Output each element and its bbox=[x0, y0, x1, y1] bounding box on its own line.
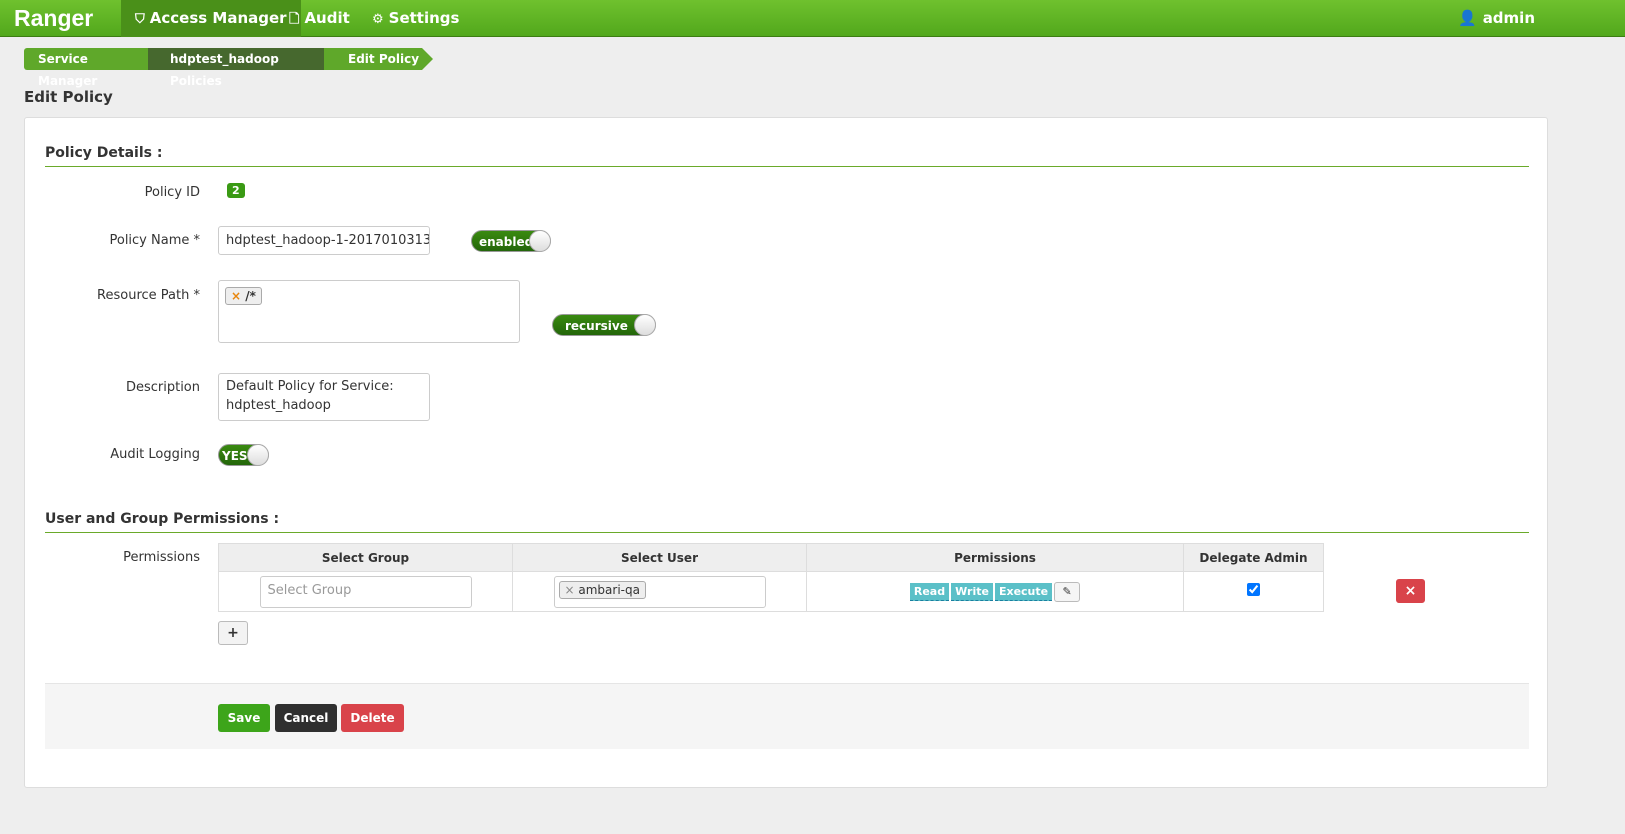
policy-form-panel: Policy Details : Policy ID 2 Policy Name… bbox=[24, 117, 1548, 788]
table-row: Select Group × ambari-qa Read Write Execut… bbox=[218, 571, 1324, 612]
nav-settings[interactable]: ⚙ Settings bbox=[358, 0, 473, 37]
gear-icon: ⚙ bbox=[372, 12, 384, 27]
policy-name-input[interactable]: hdptest_hadoop-1-20170103130006 bbox=[218, 226, 430, 255]
permissions-cell[interactable]: Read Write Execute ✎ bbox=[806, 571, 1184, 612]
nav-label: Settings bbox=[388, 9, 460, 27]
description-textarea[interactable]: Default Policy for Service: hdptest_hado… bbox=[218, 373, 430, 421]
nav-label: Access Manager bbox=[149, 9, 287, 27]
username: admin bbox=[1482, 9, 1535, 27]
toggle-label: YES bbox=[222, 449, 248, 463]
col-permissions: Permissions bbox=[806, 543, 1184, 572]
file-icon: 🗋 bbox=[289, 12, 300, 27]
toggle-knob bbox=[247, 444, 269, 466]
delegate-admin-checkbox[interactable] bbox=[1247, 583, 1260, 596]
toggle-knob bbox=[529, 230, 551, 252]
remove-row-button[interactable]: × bbox=[1396, 579, 1425, 603]
permissions-label: Permissions bbox=[123, 550, 200, 565]
col-delegate-admin: Delegate Admin bbox=[1183, 543, 1324, 572]
nav-audit[interactable]: 🗋 Audit bbox=[275, 0, 364, 37]
tag-text: ambari-qa bbox=[578, 582, 640, 597]
resource-path-input[interactable]: × /* bbox=[218, 280, 520, 343]
resource-tag: × /* bbox=[225, 287, 262, 305]
nav-access-manager[interactable]: ⛉ Access Manager bbox=[121, 0, 301, 37]
shield-icon: ⛉ bbox=[135, 12, 145, 27]
nav-label: Audit bbox=[304, 9, 350, 27]
select-group-input[interactable]: Select Group bbox=[259, 575, 472, 608]
perm-write: Write bbox=[951, 583, 993, 601]
col-select-group: Select Group bbox=[218, 543, 513, 572]
select-user-input[interactable]: × ambari-qa bbox=[553, 575, 766, 608]
user-menu[interactable]: 👤 admin bbox=[1458, 0, 1535, 37]
brand-logo[interactable]: Ranger bbox=[14, 5, 93, 32]
page-title: Edit Policy bbox=[24, 88, 113, 106]
resource-path-label: Resource Path * bbox=[97, 288, 200, 303]
edit-pencil-icon[interactable]: ✎ bbox=[1054, 581, 1081, 602]
add-row-button[interactable]: + bbox=[218, 621, 248, 645]
delete-button[interactable]: Delete bbox=[341, 704, 404, 732]
remove-tag-icon[interactable]: × bbox=[231, 289, 245, 303]
section-permissions: User and Group Permissions : bbox=[45, 511, 1529, 533]
recursive-toggle[interactable]: recursive bbox=[552, 314, 656, 336]
cancel-button[interactable]: Cancel bbox=[275, 704, 337, 732]
perm-execute: Execute bbox=[994, 583, 1053, 601]
audit-logging-toggle[interactable]: YES bbox=[218, 444, 269, 466]
toggle-label: enabled bbox=[479, 235, 534, 249]
toggle-label: recursive bbox=[565, 319, 628, 333]
save-button[interactable]: Save bbox=[218, 704, 270, 732]
breadcrumb-edit-policy: Edit Policy bbox=[324, 48, 433, 70]
toggle-knob bbox=[634, 314, 656, 336]
tag-text: /* bbox=[245, 289, 256, 303]
audit-logging-label: Audit Logging bbox=[110, 447, 200, 462]
user-tag: × ambari-qa bbox=[558, 580, 646, 599]
user-icon: 👤 bbox=[1458, 9, 1477, 27]
breadcrumb-policies[interactable]: hdptest_hadoop Policies bbox=[148, 48, 335, 88]
policy-id-badge: 2 bbox=[227, 183, 245, 198]
policy-id-label: Policy ID bbox=[144, 185, 200, 200]
policy-name-label: Policy Name * bbox=[109, 233, 200, 248]
perm-read: Read bbox=[909, 583, 950, 601]
form-actions: Save Cancel Delete bbox=[45, 683, 1529, 749]
enabled-toggle[interactable]: enabled bbox=[471, 230, 551, 252]
permissions-table: Select Group Select User Permissions Del… bbox=[218, 543, 1324, 612]
breadcrumb-service-manager[interactable]: Service Manager bbox=[24, 48, 159, 88]
description-label: Description bbox=[125, 380, 200, 395]
remove-tag-icon[interactable]: × bbox=[565, 583, 579, 597]
col-select-user: Select User bbox=[512, 543, 807, 572]
section-policy-details: Policy Details : bbox=[45, 145, 1529, 167]
top-navbar: Ranger ⛉ Access Manager 🗋 Audit ⚙ Settings … bbox=[0, 0, 1625, 37]
